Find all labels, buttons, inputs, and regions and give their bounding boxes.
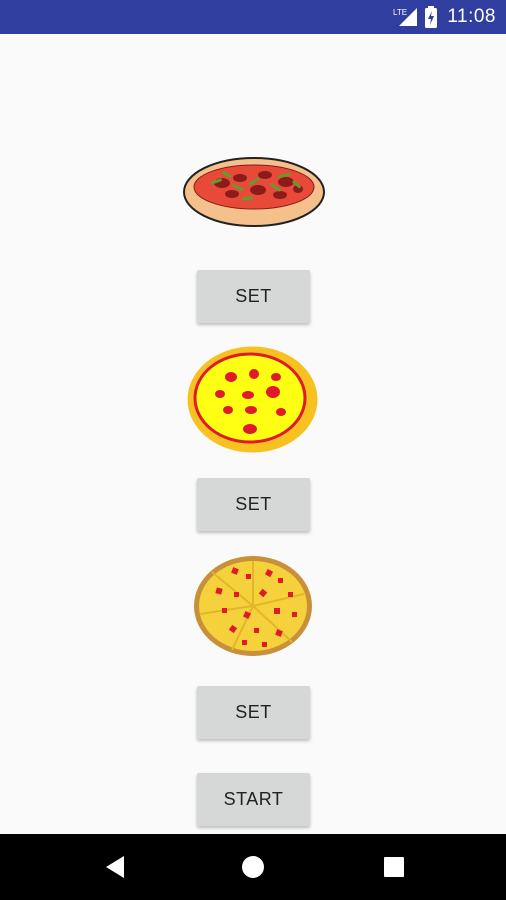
home-icon[interactable] [238,852,268,882]
status-bar: LTE 11:08 [0,0,506,34]
signal-icon: LTE [393,8,418,26]
set-button-1[interactable]: SET [197,270,310,323]
network-type-label: LTE [393,8,407,17]
cheese-pizza-icon [187,346,318,453]
navigation-bar [0,834,506,900]
set-button-2[interactable]: SET [197,478,310,531]
pepperoni-pizza-side-icon [183,157,325,227]
start-button[interactable]: START [197,773,310,826]
battery-icon [425,6,438,28]
status-time: 11:08 [447,6,496,27]
back-icon[interactable] [100,852,130,882]
set-button-3[interactable]: SET [197,686,310,739]
recents-icon[interactable] [379,852,409,882]
main-content: SET SET SET START [0,34,506,834]
sliced-pizza-icon [194,556,312,656]
status-icons: LTE 11:08 [393,0,496,34]
